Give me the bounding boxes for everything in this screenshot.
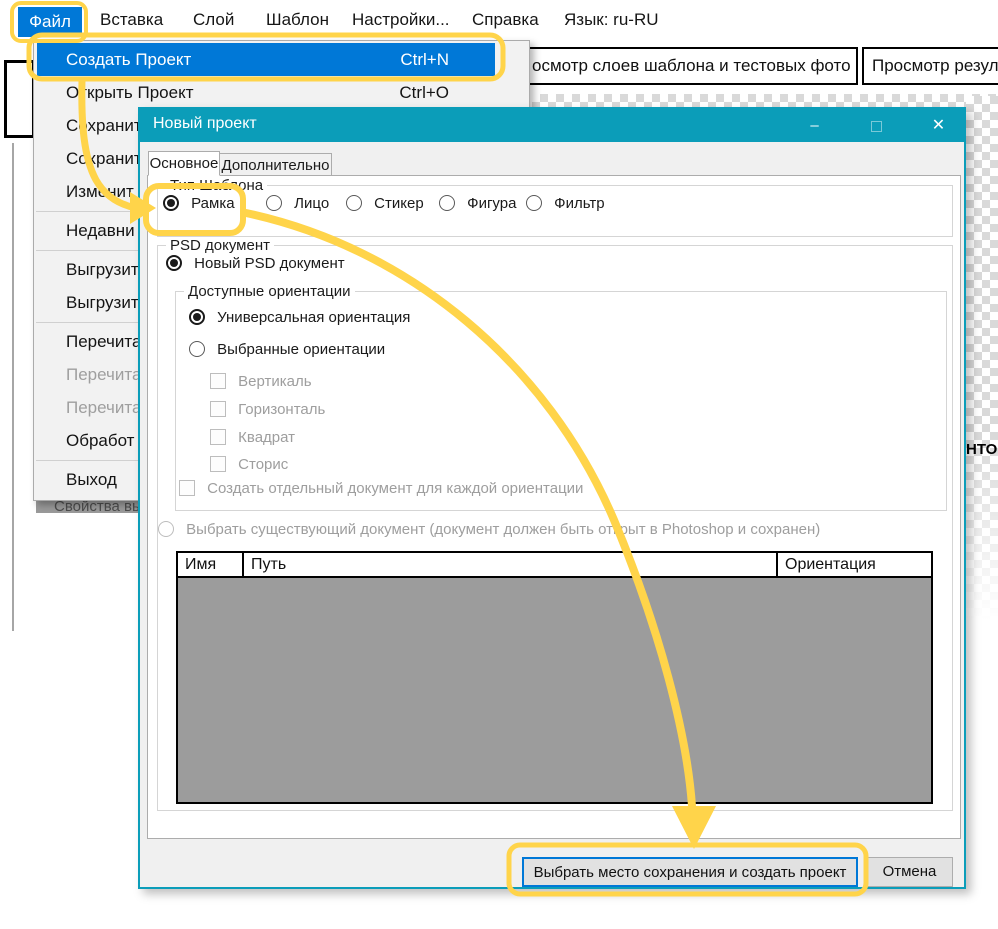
checker-fade bbox=[966, 436, 998, 641]
checkbox-square[interactable]: Квадрат bbox=[210, 429, 295, 449]
radio-universal-orientation[interactable]: Универсальная ориентация bbox=[189, 309, 410, 329]
maximize-button[interactable] bbox=[854, 109, 899, 142]
radio-figure[interactable]: Фигура bbox=[439, 195, 516, 215]
menu-item-shortcut: Ctrl+N bbox=[400, 43, 449, 76]
radio-label: Новый PSD документ bbox=[194, 255, 344, 272]
tab-advanced[interactable]: Дополнительно bbox=[220, 153, 332, 176]
view-template-layers-button[interactable]: осмотр слоев шаблона и тестовых фото bbox=[522, 47, 858, 85]
menubar-item-help[interactable]: Справка bbox=[472, 10, 539, 30]
radio-sticker[interactable]: Стикер bbox=[346, 195, 424, 215]
checkbox-label: Квадрат bbox=[238, 429, 295, 446]
radio-label: Стикер bbox=[374, 195, 424, 212]
radio-icon bbox=[189, 341, 205, 357]
close-button[interactable]: ✕ bbox=[916, 109, 961, 142]
tab-main[interactable]: Основное bbox=[148, 151, 220, 176]
menubar-item-template[interactable]: Шаблон bbox=[266, 10, 329, 30]
checkbox-icon bbox=[210, 401, 226, 417]
checkbox-label: Вертикаль bbox=[238, 373, 311, 390]
clipped-text-fragment: НТОВ bbox=[966, 441, 998, 458]
checkbox-vertical[interactable]: Вертикаль bbox=[210, 373, 312, 393]
menu-item-open-project[interactable]: Открыть Проект Ctrl+O bbox=[34, 76, 529, 109]
menubar-item-file[interactable]: Файл bbox=[18, 7, 82, 37]
menu-item-label: Открыть Проект bbox=[66, 83, 193, 102]
radio-icon bbox=[266, 195, 282, 211]
radio-new-psd-document[interactable]: Новый PSD документ bbox=[166, 255, 345, 275]
checkbox-label: Создать отдельный документ для каждой ор… bbox=[207, 480, 583, 497]
checkbox-horizontal[interactable]: Горизонталь bbox=[210, 401, 325, 421]
screen: осмотр слоев шаблона и тестовых фото Про… bbox=[0, 0, 998, 929]
menu-item-create-project[interactable]: Создать Проект Ctrl+N bbox=[37, 43, 495, 76]
radio-existing-document[interactable]: Выбрать существующий документ (документ … bbox=[158, 521, 820, 541]
radio-filter[interactable]: Фильтр bbox=[526, 195, 605, 215]
menu-item-shortcut: Ctrl+O bbox=[399, 76, 449, 109]
radio-face[interactable]: Лицо bbox=[266, 195, 329, 215]
create-project-button[interactable]: Выбрать место сохранения и создать проек… bbox=[522, 857, 858, 887]
group-caption: PSD документ bbox=[166, 237, 274, 254]
group-caption: Доступные ориентации bbox=[184, 283, 355, 300]
radio-icon bbox=[439, 195, 455, 211]
table-header-name[interactable]: Имя bbox=[178, 553, 244, 576]
radio-icon bbox=[166, 255, 182, 271]
radio-label: Выбранные ориентации bbox=[217, 341, 385, 358]
dialog-title: Новый проект bbox=[153, 115, 257, 133]
checkbox-label: Сторис bbox=[238, 456, 288, 473]
checkbox-label: Горизонталь bbox=[238, 401, 325, 418]
menubar-item-insert[interactable]: Вставка bbox=[100, 10, 163, 30]
new-project-dialog: Новый проект – ✕ Основное Дополнительно … bbox=[138, 107, 966, 889]
radio-selected-orientations[interactable]: Выбранные ориентации bbox=[189, 341, 385, 361]
radio-icon bbox=[346, 195, 362, 211]
radio-label: Универсальная ориентация bbox=[217, 309, 410, 326]
radio-icon bbox=[189, 309, 205, 325]
documents-table[interactable]: Имя Путь Ориентация bbox=[176, 551, 933, 804]
radio-icon bbox=[526, 195, 542, 211]
table-header-orientation[interactable]: Ориентация bbox=[778, 553, 929, 576]
dialog-titlebar[interactable]: Новый проект – ✕ bbox=[140, 109, 964, 142]
minimize-button[interactable]: – bbox=[792, 109, 837, 142]
checkbox-icon bbox=[210, 373, 226, 389]
checkbox-icon bbox=[179, 480, 195, 496]
radio-label: Фильтр bbox=[554, 195, 604, 212]
radio-frame[interactable]: Рамка bbox=[163, 195, 235, 215]
radio-label: Выбрать существующий документ (документ … bbox=[186, 521, 820, 538]
view-results-button[interactable]: Просмотр резуль bbox=[862, 47, 998, 85]
checkbox-separate-document[interactable]: Создать отдельный документ для каждой ор… bbox=[179, 480, 583, 500]
tab-page-main: Тип Шаблона Рамка Лицо Стикер Фигура Фил… bbox=[147, 175, 961, 839]
menubar-item-language[interactable]: Язык: ru-RU bbox=[564, 10, 659, 30]
menubar: Файл Вставка Слой Шаблон Настройки... Сп… bbox=[0, 0, 998, 40]
checkbox-icon bbox=[210, 456, 226, 472]
checkbox-stories[interactable]: Сторис bbox=[210, 456, 288, 476]
cancel-button[interactable]: Отмена bbox=[866, 857, 953, 887]
radio-label: Фигура bbox=[467, 195, 516, 212]
radio-icon bbox=[163, 195, 179, 211]
radio-label: Лицо bbox=[294, 195, 329, 212]
menubar-item-settings[interactable]: Настройки... bbox=[352, 10, 450, 30]
maximize-icon bbox=[871, 121, 882, 132]
table-header-row: Имя Путь Ориентация bbox=[178, 553, 931, 578]
group-caption: Тип Шаблона bbox=[166, 177, 267, 194]
transparency-checker-column bbox=[966, 96, 998, 641]
menu-item-label: Создать Проект bbox=[66, 50, 191, 69]
radio-label: Рамка bbox=[191, 195, 234, 212]
background-panel-fragment bbox=[4, 60, 35, 138]
table-header-path[interactable]: Путь bbox=[244, 553, 778, 576]
checkbox-icon bbox=[210, 429, 226, 445]
radio-icon bbox=[158, 521, 174, 537]
menubar-item-layer[interactable]: Слой bbox=[193, 10, 234, 30]
